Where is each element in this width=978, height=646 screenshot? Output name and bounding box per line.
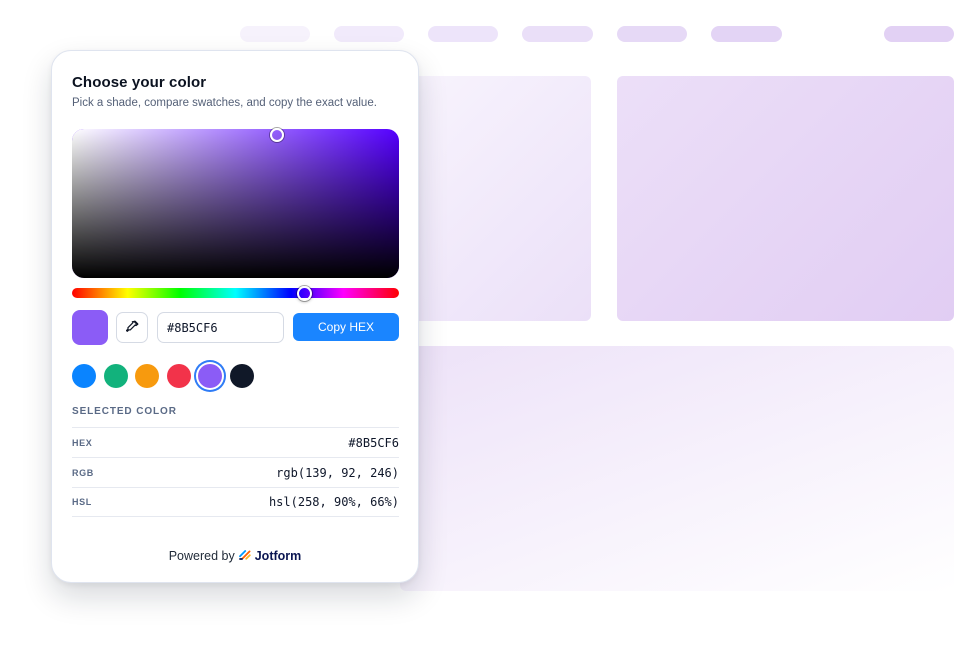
value-text[interactable]: #8B5CF6	[348, 436, 399, 450]
color-preview-swatch	[72, 310, 108, 345]
value-text[interactable]: hsl(258, 90%, 66%)	[269, 495, 399, 509]
powered-by-label: Powered by	[168, 548, 235, 563]
hue-slider[interactable]	[72, 288, 399, 298]
jotform-logo-icon	[238, 548, 251, 563]
hex-row: HEX #8B5CF6	[72, 427, 399, 457]
saturation-value-area[interactable]	[72, 129, 399, 278]
color-swatch[interactable]	[103, 364, 128, 388]
value-label: RGB	[72, 467, 94, 478]
saturation-handle[interactable]	[270, 128, 284, 142]
color-swatch[interactable]	[166, 364, 191, 388]
black-gradient-layer	[72, 129, 399, 278]
value-label: HEX	[72, 437, 93, 448]
jotform-brand: Jotform	[254, 548, 302, 563]
background-card	[400, 76, 591, 321]
hex-input[interactable]	[157, 312, 284, 343]
powered-by-footer[interactable]: Powered by Jotform	[52, 548, 418, 563]
eyedropper-button[interactable]	[116, 312, 148, 343]
background-card	[617, 76, 954, 321]
background-nav-pill	[711, 26, 782, 42]
background-nav-pill	[428, 26, 498, 42]
background-nav-pill	[617, 26, 687, 42]
copy-hex-button[interactable]: Copy HEX	[293, 313, 399, 341]
rgb-row: RGB rgb(139, 92, 246)	[72, 457, 399, 487]
widget-title: Choose your color	[72, 74, 207, 91]
color-picker-widget: Choose your color Pick a shade, compare …	[51, 50, 419, 583]
selected-color-heading: SELECTED COLOR	[72, 406, 177, 417]
background-nav-pill	[334, 26, 404, 42]
value-label: HSL	[72, 497, 92, 507]
eyedropper-icon	[125, 320, 139, 336]
color-swatch[interactable]	[72, 364, 96, 388]
hsl-row: HSL hsl(258, 90%, 66%)	[72, 487, 399, 517]
background-card	[400, 346, 954, 591]
hue-slider-handle[interactable]	[296, 286, 312, 301]
value-text[interactable]: rgb(139, 92, 246)	[276, 466, 399, 480]
background-nav-pill	[884, 26, 954, 42]
widget-subtitle: Pick a shade, compare swatches, and copy…	[72, 97, 377, 109]
background-nav-pill	[240, 26, 310, 42]
color-swatch[interactable]	[230, 364, 254, 388]
color-swatch[interactable]	[198, 364, 223, 388]
color-values-table: HEX #8B5CF6 RGB rgb(139, 92, 246) HSL hs…	[72, 427, 399, 517]
background-nav-pill	[522, 26, 593, 42]
color-swatch[interactable]	[135, 364, 160, 388]
